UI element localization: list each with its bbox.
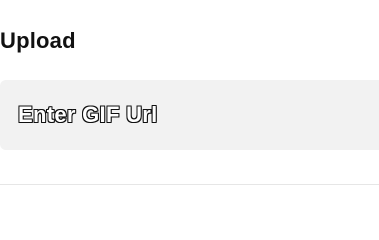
upload-panel: Upload Enter GIF Url [0, 0, 379, 200]
upload-section-title: Upload [0, 28, 76, 53]
gif-url-input[interactable]: Enter GIF Url [0, 80, 379, 150]
section-divider [0, 184, 379, 185]
gif-url-placeholder: Enter GIF Url [17, 101, 158, 128]
